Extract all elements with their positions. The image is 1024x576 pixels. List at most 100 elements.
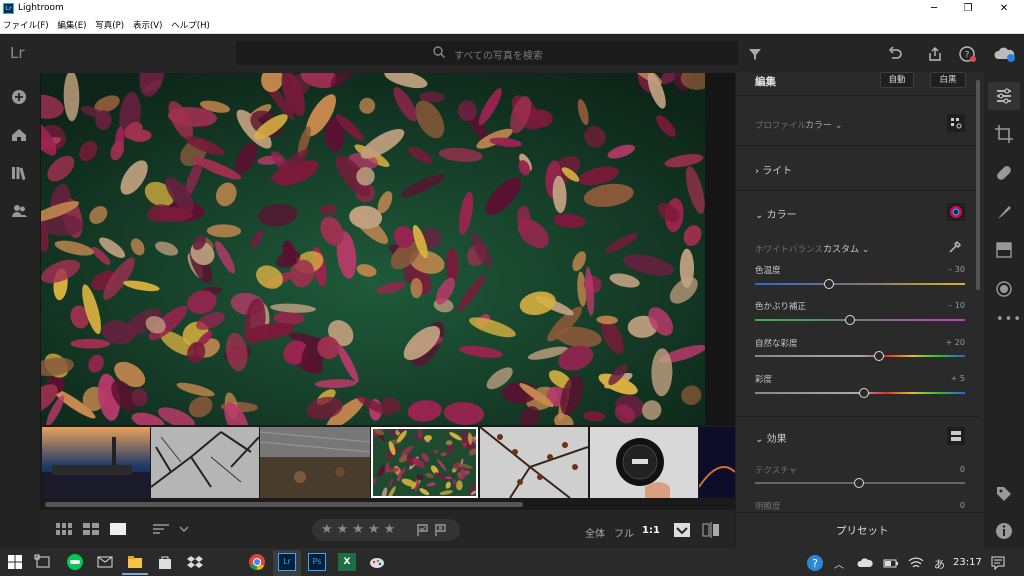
undo-icon[interactable] [886, 45, 904, 63]
star-rating[interactable]: ★★★★★ [321, 522, 399, 538]
grid-small-icon[interactable] [56, 522, 72, 536]
saturation-value: + 5 [950, 374, 965, 383]
mail-icon[interactable] [96, 553, 114, 571]
thumbnail-branches[interactable] [151, 427, 259, 498]
add-icon[interactable] [10, 88, 28, 106]
battery-icon[interactable] [883, 557, 899, 569]
zoom-fit-button[interactable]: 全体 [585, 525, 605, 540]
profile-value: カラー [805, 121, 833, 131]
thumbnail-night-bridge[interactable] [699, 427, 735, 498]
color-mixer-icon[interactable] [947, 203, 965, 221]
close-button[interactable]: ✕ [986, 0, 1022, 18]
excel-taskbar-icon[interactable]: X [338, 553, 356, 571]
profile-browser-icon[interactable] [947, 114, 965, 132]
thumbnail-lens-cap[interactable] [590, 427, 698, 498]
maximize-button[interactable]: ❐ [950, 0, 986, 18]
wb-dropdown[interactable]: カスタム ⌄ [823, 242, 869, 255]
action-center-icon[interactable] [990, 555, 1006, 571]
more-icon[interactable]: ••• [996, 312, 1022, 327]
onedrive-icon[interactable] [857, 557, 873, 569]
menu-view[interactable]: 表示(V) [130, 18, 165, 34]
brush-icon[interactable] [994, 202, 1014, 222]
zoom-1to1-button[interactable]: 1:1 [642, 525, 660, 536]
file-explorer-icon[interactable] [126, 553, 144, 571]
paint-icon[interactable] [368, 553, 386, 571]
vibrance-slider[interactable] [755, 355, 965, 357]
grid-large-icon[interactable] [83, 522, 99, 536]
filmstrip-toggle-icon[interactable] [673, 522, 691, 538]
tag-icon[interactable] [994, 484, 1014, 504]
thumbnail-autumn-branches[interactable] [480, 427, 588, 498]
profile-dropdown[interactable]: カラー ⌄ [805, 118, 842, 131]
thumbnail-fence[interactable] [260, 427, 370, 498]
edit-sliders-icon[interactable] [994, 86, 1014, 106]
section-effects[interactable]: ⌄ 効果 [755, 430, 787, 445]
vibrance-value: + 20 [945, 338, 965, 347]
preset-button[interactable]: プリセット [836, 523, 889, 538]
auto-button[interactable]: 自動 [880, 72, 914, 88]
info-icon[interactable] [994, 521, 1014, 541]
main-photo[interactable] [41, 73, 705, 425]
sort-icon[interactable] [152, 522, 172, 536]
store-icon[interactable] [156, 553, 174, 571]
tint-slider-handle[interactable] [845, 315, 855, 325]
rating-flag-bar: ★★★★★ [312, 519, 460, 541]
bw-button[interactable]: 白黒 [930, 72, 966, 88]
menu-help[interactable]: ヘルプ(H) [168, 18, 213, 34]
lightroom-logo-icon: Lr [3, 3, 14, 14]
saturation-slider-handle[interactable] [859, 388, 869, 398]
search-bar[interactable]: すべての写真を検索 [236, 41, 738, 65]
zoom-fill-button[interactable]: フル [614, 525, 634, 540]
cloud-sync-icon[interactable] [993, 45, 1017, 63]
tray-overflow-icon[interactable]: ︿ [834, 556, 844, 571]
photoshop-taskbar-icon[interactable]: Ps [308, 553, 326, 571]
filmstrip-scrollbar[interactable] [45, 502, 523, 507]
vibrance-slider-handle[interactable] [874, 351, 884, 361]
temp-slider-handle[interactable] [824, 279, 834, 289]
wifi-icon[interactable] [908, 556, 924, 570]
temp-slider[interactable] [755, 283, 965, 285]
effects-toggle-icon[interactable] [947, 427, 965, 445]
flag-pick-icon[interactable] [416, 523, 430, 537]
clock[interactable]: 23:17 [953, 557, 982, 568]
line-app-icon[interactable] [66, 553, 84, 571]
radial-icon[interactable] [994, 279, 1014, 299]
panel-scrollbar[interactable] [976, 80, 980, 290]
home-icon[interactable] [10, 126, 28, 144]
share-icon[interactable] [926, 45, 944, 63]
people-icon[interactable] [10, 202, 28, 220]
menu-photo[interactable]: 写真(P) [92, 18, 127, 34]
ime-indicator[interactable]: あ [934, 556, 945, 572]
tint-slider[interactable] [755, 319, 965, 321]
search-icon [433, 46, 445, 58]
wb-value: カスタム [823, 245, 860, 255]
menu-edit[interactable]: 編集(E) [54, 18, 89, 34]
eyedropper-icon[interactable] [948, 240, 962, 254]
thumbnail-harbor[interactable] [42, 427, 150, 498]
section-light[interactable]: › ライト [755, 162, 792, 177]
chrome-icon[interactable] [248, 553, 266, 571]
healing-icon[interactable] [994, 163, 1014, 183]
flag-reject-icon[interactable] [434, 523, 448, 537]
gradient-icon[interactable] [994, 240, 1014, 260]
compare-icon[interactable] [702, 522, 720, 538]
section-color[interactable]: ⌄ カラー [755, 206, 797, 221]
crop-icon[interactable] [994, 124, 1014, 144]
texture-slider-handle[interactable] [854, 478, 864, 488]
tint-value: – 10 [948, 301, 965, 310]
menu-file[interactable]: ファイル(F) [0, 18, 52, 34]
lightroom-taskbar-icon[interactable]: Lr [278, 553, 296, 571]
single-view-icon[interactable] [110, 522, 126, 536]
library-icon[interactable] [10, 164, 28, 182]
filter-icon[interactable] [746, 45, 764, 63]
task-view-icon[interactable] [34, 553, 52, 571]
chevron-down-icon: ⌄ [834, 121, 843, 131]
title-bar: Lr Lightroom ─ ❐ ✕ [0, 0, 1024, 18]
help-tray-icon[interactable]: ? [805, 554, 825, 572]
minimize-button[interactable]: ─ [916, 0, 952, 18]
thumbnail-leaves-selected[interactable] [371, 427, 478, 498]
dropbox-icon[interactable] [186, 553, 204, 571]
help-icon[interactable]: ? [958, 45, 976, 63]
sort-chevron-down-icon[interactable] [179, 522, 189, 536]
windows-start-icon[interactable] [6, 553, 24, 571]
